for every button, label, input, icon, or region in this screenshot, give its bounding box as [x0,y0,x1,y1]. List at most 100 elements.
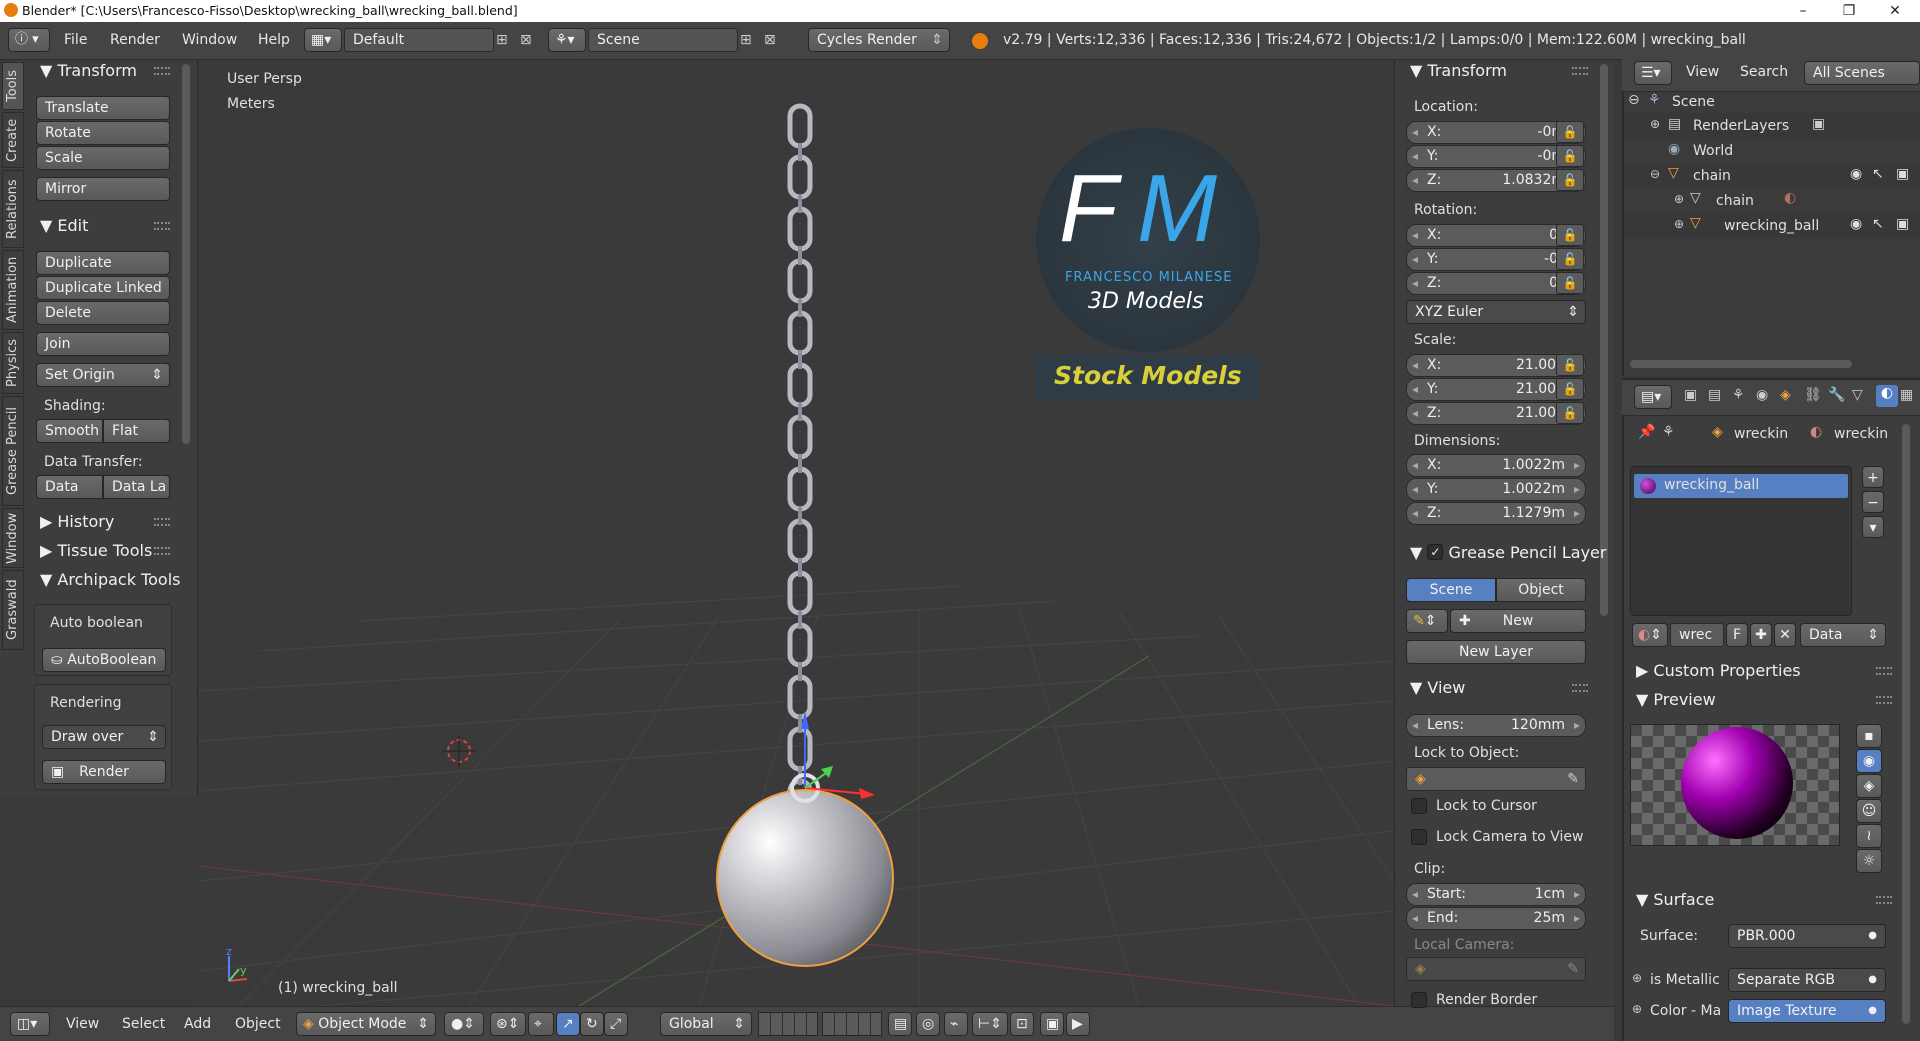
editor-type-info-button[interactable]: ⓘ ▾ [8,28,50,52]
remove-layout-icon[interactable]: ⊠ [520,32,532,48]
grease-pencil-checkbox[interactable]: ✓ [1427,543,1444,560]
add-layout-icon[interactable]: ⊞ [496,32,508,48]
drag-grip-icon[interactable] [1572,67,1588,75]
auto-boolean-button[interactable]: ⛀ AutoBoolean [42,648,166,672]
close-button[interactable]: ✕ [1872,0,1918,22]
dimensions-z-field[interactable]: Z: 1.1279m [1406,502,1586,525]
editor-type-outliner-button[interactable]: ☰▾ [1634,61,1672,85]
layer-buttons-1[interactable] [758,1012,818,1036]
panel-history-header[interactable]: ▶ History [40,512,114,531]
lock-rotation-y-icon[interactable]: 🔓 [1556,248,1584,270]
panel-archipack-header[interactable]: ▼ Archipack Tools [40,570,180,589]
n-view-header[interactable]: ▼ View [1410,678,1465,697]
color-node-dropdown[interactable]: Image Texture ● [1728,999,1886,1023]
duplicate-linked-button[interactable]: Duplicate Linked [36,276,170,300]
outliner-view-menu[interactable]: View [1686,64,1719,80]
drag-grip-icon[interactable] [1572,684,1588,692]
select-cursor-icon[interactable]: ↖ [1872,166,1884,182]
tab-tools[interactable]: Tools [2,62,24,110]
outliner-item-wrecking-ball[interactable]: wrecking_ball [1724,218,1819,234]
visibility-eye-icon[interactable]: ◉ [1850,216,1862,232]
menu-render[interactable]: Render [110,32,160,48]
orientation-dropdown[interactable]: Global ⇕ [660,1012,752,1036]
set-origin-dropdown[interactable]: Set Origin ⇕ [36,363,170,387]
drag-grip-icon[interactable] [154,222,170,230]
tab-graswald[interactable]: Graswald [2,570,24,650]
preview-cube-button[interactable]: ◈ [1856,774,1882,798]
tab-create[interactable]: Create [2,112,24,168]
gp-datablock-icon[interactable]: ✎⇕ [1406,609,1448,633]
render-still-icon[interactable]: ▣ [1040,1012,1064,1036]
screen-layout-field[interactable]: Default [344,28,494,52]
outliner-item-renderlayers[interactable]: RenderLayers [1693,118,1789,134]
snap-toggle-icon[interactable]: ⌁ [944,1012,968,1036]
data-transfer-button[interactable]: Data [36,475,103,499]
n-transform-header[interactable]: ▼ Transform [1410,61,1507,80]
object-menu[interactable]: Object [235,1016,281,1032]
lock-rotation-z-icon[interactable]: 🔓 [1556,272,1584,294]
remove-slot-button[interactable]: − [1862,491,1884,513]
expand-icon[interactable]: ⊕ [1674,217,1684,231]
add-menu[interactable]: Add [184,1016,211,1032]
draw-over-dropdown[interactable]: Draw over ⇕ [42,725,166,749]
proportional-edit-icon[interactable]: ◎ [916,1012,940,1036]
panel-transform-header[interactable]: ▼ Transform [40,61,137,80]
toolshelf-scrollbar[interactable] [182,64,190,444]
screen-layout-icon[interactable]: ▦▾ [304,28,342,52]
clip-end-field[interactable]: End: 25m [1406,907,1586,930]
panel-edit-header[interactable]: ▼ Edit [40,216,88,235]
gp-object-button[interactable]: Object [1496,578,1586,602]
drag-grip-icon[interactable] [154,518,170,526]
menu-window[interactable]: Window [182,32,237,48]
outliner-hscrollbar[interactable] [1630,360,1852,368]
duplicate-button[interactable]: Duplicate [36,251,170,275]
add-slot-button[interactable]: + [1862,466,1884,488]
lock-scale-y-icon[interactable]: 🔓 [1556,378,1584,400]
lock-scale-z-icon[interactable]: 🔓 [1556,402,1584,424]
lock-object-field[interactable]: ◈ ✎ [1406,767,1586,791]
tab-physics[interactable]: Physics [2,332,24,394]
render-camera-icon[interactable]: ▣ [1896,166,1909,182]
lock-location-x-icon[interactable]: 🔓 [1556,121,1584,143]
surface-header[interactable]: ▼ Surface [1636,890,1714,909]
lock-camera-checkbox[interactable] [1411,829,1427,845]
editor-type-properties-button[interactable]: ▤▾ [1634,385,1672,409]
visibility-eye-icon[interactable]: ◉ [1850,166,1862,182]
custom-properties-header[interactable]: ▶ Custom Properties [1636,661,1801,680]
unlink-material-button[interactable]: ✕ [1774,623,1796,647]
data-tab-icon[interactable]: ▽ [1852,387,1863,403]
collapse-icon[interactable]: ⊖ [1650,167,1660,181]
collapse-icon[interactable]: ⊖ [1628,92,1640,108]
drag-grip-icon[interactable] [154,67,170,75]
menu-file[interactable]: File [64,32,87,48]
maximize-button[interactable]: ❐ [1826,0,1872,22]
preview-sphere-button[interactable]: ◉ [1856,749,1882,773]
tab-window[interactable]: Window [2,508,24,568]
lock-rotation-x-icon[interactable]: 🔓 [1556,224,1584,246]
translate-button[interactable]: Translate [36,96,170,120]
object-tab-icon[interactable]: ◈ [1780,387,1791,403]
expand-socket-icon[interactable]: ⊕ [1632,1002,1642,1016]
constraints-tab-icon[interactable]: ⛓ [1804,387,1822,403]
lock-location-z-icon[interactable]: 🔓 [1556,169,1584,191]
render-animation-icon[interactable]: ▶ [1066,1012,1090,1036]
join-button[interactable]: Join [36,332,170,356]
slot-specials-button[interactable]: ▾ [1862,516,1884,538]
shade-smooth-button[interactable]: Smooth [36,419,103,443]
grease-pencil-header[interactable]: ▼ ✓ Grease Pencil Layer [1410,543,1606,562]
fake-user-button[interactable]: F [1726,623,1748,647]
snap-element-icon[interactable]: ⊢⇕ [972,1012,1008,1036]
outliner-search-menu[interactable]: Search [1740,64,1788,80]
mirror-button[interactable]: Mirror [36,177,170,201]
material-tab-icon[interactable]: ◐ [1876,385,1898,407]
world-tab-icon[interactable]: ◉ [1756,387,1768,403]
lock-location-y-icon[interactable]: 🔓 [1556,145,1584,167]
remove-scene-icon[interactable]: ⊠ [764,32,776,48]
render-tab-icon[interactable]: ▣ [1684,387,1697,403]
local-camera-field[interactable]: ◈ ✎ [1406,957,1586,981]
clip-start-field[interactable]: Start: 1cm [1406,883,1586,906]
scale-button[interactable]: Scale [36,146,170,170]
lock-layers-icon[interactable]: ▤ [888,1012,912,1036]
new-material-button[interactable]: ✚ [1750,623,1772,647]
drag-grip-icon[interactable] [1876,667,1892,675]
